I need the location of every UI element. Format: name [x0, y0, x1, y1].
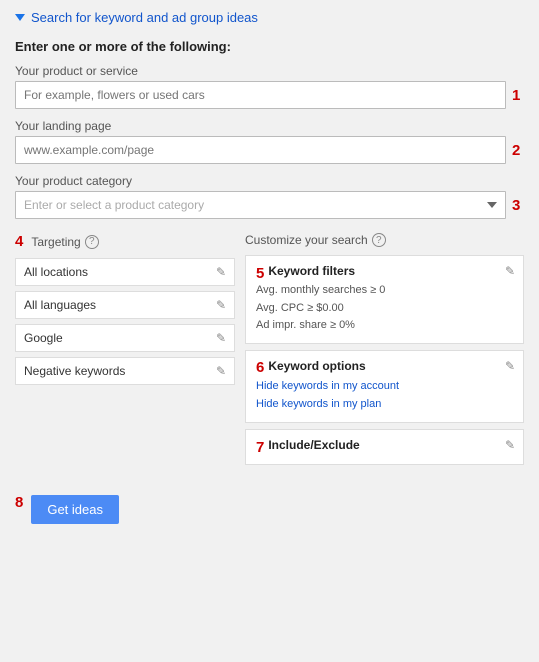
keyword-filters-card: 5 Keyword filters Avg. monthly searches …	[245, 255, 524, 344]
field-category-row: Enter or select a product category 3	[15, 191, 524, 219]
two-col-section: 4 Targeting ? All locations ✎ All langua…	[15, 233, 524, 471]
field-category-group: Your product category Enter or select a …	[15, 174, 524, 219]
targeting-help-icon[interactable]: ?	[85, 235, 99, 249]
targeting-negative-keywords-label: Negative keywords	[24, 364, 125, 378]
main-container: Search for keyword and ad group ideas En…	[0, 0, 539, 534]
field-landing-group: Your landing page 2	[15, 119, 524, 164]
keyword-options-link-2[interactable]: Hide keywords in my plan	[256, 395, 399, 414]
edit-google-icon: ✎	[216, 331, 226, 345]
targeting-item-google[interactable]: Google ✎	[15, 324, 235, 352]
targeting-locations-label: All locations	[24, 265, 88, 279]
keyword-options-card: 6 Keyword options Hide keywords in my ac…	[245, 350, 524, 423]
card-6-title-row: 6 Keyword options	[256, 359, 399, 377]
include-exclude-card: 7 Include/Exclude ✎	[245, 429, 524, 465]
card-7-title: Include/Exclude	[268, 438, 359, 452]
card-5-title-row: 5 Keyword filters	[256, 264, 385, 282]
card-6-left: 6 Keyword options Hide keywords in my ac…	[256, 359, 399, 414]
card-5-line-3: Ad impr. share ≥ 0%	[256, 317, 385, 335]
card-5-left: 5 Keyword filters Avg. monthly searches …	[256, 264, 385, 335]
badge-7: 7	[256, 439, 264, 456]
button-row: 8 Get ideas	[15, 481, 524, 524]
badge-8: 8	[15, 494, 23, 511]
badge-1: 1	[512, 87, 524, 104]
card-5-line-1: Avg. monthly searches ≥ 0	[256, 282, 385, 300]
landing-input[interactable]	[15, 136, 506, 164]
edit-languages-icon: ✎	[216, 298, 226, 312]
keyword-options-link-1[interactable]: Hide keywords in my account	[256, 377, 399, 396]
customize-help-icon[interactable]: ?	[372, 233, 386, 247]
targeting-item-languages[interactable]: All languages ✎	[15, 291, 235, 319]
card-7-title-row: 7 Include/Exclude	[256, 438, 360, 456]
targeting-label: Targeting	[31, 235, 80, 249]
product-input[interactable]	[15, 81, 506, 109]
card-5-header-row: 5 Keyword filters Avg. monthly searches …	[256, 264, 513, 335]
badge-5: 5	[256, 265, 264, 282]
field-landing-label: Your landing page	[15, 119, 524, 133]
edit-negative-keywords-icon: ✎	[216, 364, 226, 378]
category-select[interactable]: Enter or select a product category	[15, 191, 506, 219]
edit-keyword-options-icon[interactable]: ✎	[505, 359, 515, 373]
field-landing-row: 2	[15, 136, 524, 164]
get-ideas-button[interactable]: Get ideas	[31, 495, 119, 524]
customize-col: Customize your search ? 5 Keyword filter…	[245, 233, 524, 471]
edit-locations-icon: ✎	[216, 265, 226, 279]
field-product-label: Your product or service	[15, 64, 524, 78]
targeting-item-negative-keywords[interactable]: Negative keywords ✎	[15, 357, 235, 385]
field-category-label: Your product category	[15, 174, 524, 188]
card-5-line-2: Avg. CPC ≥ $0.00	[256, 300, 385, 318]
targeting-header: 4 Targeting ?	[15, 233, 235, 250]
card-7-left: 7 Include/Exclude	[256, 438, 360, 456]
customize-label: Customize your search	[245, 233, 368, 247]
edit-include-exclude-icon[interactable]: ✎	[505, 438, 515, 452]
customize-header: Customize your search ?	[245, 233, 524, 247]
field-product-group: Your product or service 1	[15, 64, 524, 109]
card-6-header-row: 6 Keyword options Hide keywords in my ac…	[256, 359, 513, 414]
section-title: Search for keyword and ad group ideas	[31, 10, 258, 25]
card-7-header-row: 7 Include/Exclude ✎	[256, 438, 513, 456]
enter-label: Enter one or more of the following:	[15, 39, 524, 54]
edit-keyword-filters-icon[interactable]: ✎	[505, 264, 515, 278]
expand-icon	[15, 14, 25, 21]
card-6-title: Keyword options	[268, 359, 365, 373]
section-header[interactable]: Search for keyword and ad group ideas	[15, 10, 524, 25]
card-5-title: Keyword filters	[268, 264, 355, 278]
targeting-google-label: Google	[24, 331, 63, 345]
targeting-col: 4 Targeting ? All locations ✎ All langua…	[15, 233, 235, 471]
badge-2: 2	[512, 142, 524, 159]
field-product-row: 1	[15, 81, 524, 109]
badge-4: 4	[15, 233, 23, 250]
badge-6: 6	[256, 359, 264, 376]
targeting-languages-label: All languages	[24, 298, 96, 312]
targeting-item-locations[interactable]: All locations ✎	[15, 258, 235, 286]
badge-3: 3	[512, 197, 524, 214]
